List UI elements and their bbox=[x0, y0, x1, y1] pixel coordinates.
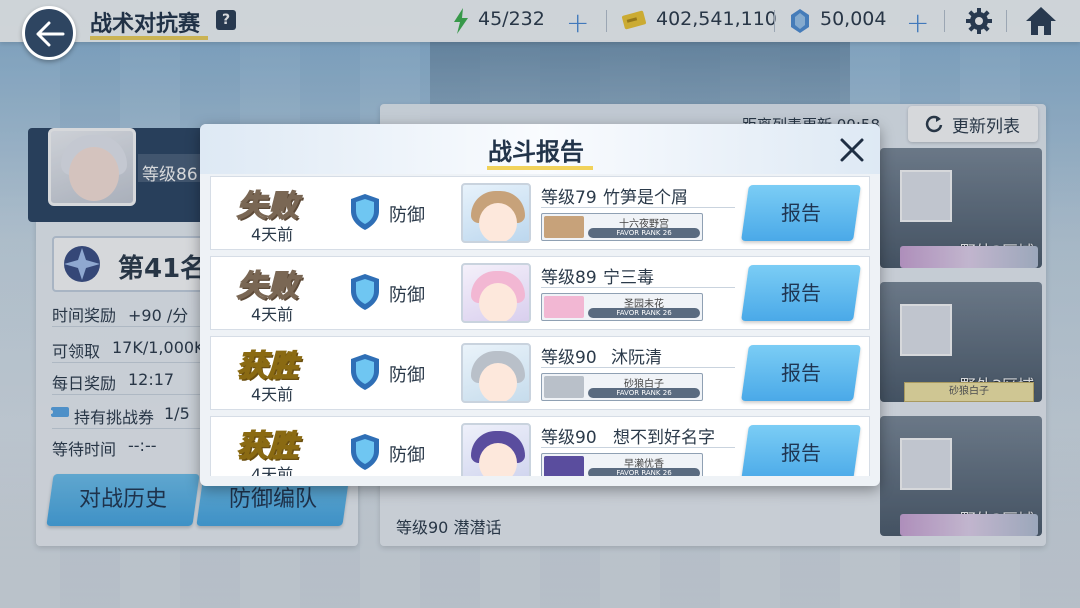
opponent-level: 等级90 bbox=[541, 348, 597, 368]
report-button-label: 报告 bbox=[781, 441, 821, 465]
time-ago: 4天前 bbox=[251, 465, 294, 476]
favor-tag: 早濑优香 FAVOR RANK 26 bbox=[541, 453, 703, 476]
shield-icon bbox=[351, 274, 379, 310]
mode-label: 防御 bbox=[389, 205, 425, 226]
dialog-title-underline bbox=[487, 166, 593, 170]
report-button[interactable]: 报告 bbox=[741, 185, 861, 241]
result-label: 获胜 bbox=[236, 348, 299, 385]
mini-portrait bbox=[544, 296, 584, 318]
favor-tag: 十六夜野宫 FAVOR RANK 26 bbox=[541, 213, 703, 241]
report-list[interactable]: 失败 4天前 防御 等级79 竹笋是个屑 十六夜野宫 FAVOR RANK 26… bbox=[210, 176, 870, 476]
result-label: 失败 bbox=[236, 188, 299, 225]
report-button[interactable]: 报告 bbox=[741, 265, 861, 321]
mini-portrait bbox=[544, 376, 584, 398]
portrait-face bbox=[479, 283, 517, 321]
dialog-title: 战斗报告 bbox=[488, 138, 584, 166]
opponent-level: 等级79 bbox=[541, 188, 597, 208]
report-row: 获胜 4天前 防御 等级90 沐阮清 砂狼白子 FAVOR RANK 26 报告 bbox=[210, 336, 870, 410]
report-row: 失败 4天前 防御 等级79 竹笋是个屑 十六夜野宫 FAVOR RANK 26… bbox=[210, 176, 870, 250]
time-ago: 4天前 bbox=[251, 225, 294, 244]
divider bbox=[541, 367, 735, 368]
favor-rank: FAVOR RANK 26 bbox=[588, 468, 700, 476]
mode-label: 防御 bbox=[389, 365, 425, 386]
back-arrow-icon bbox=[36, 21, 65, 47]
mini-portrait bbox=[544, 456, 584, 476]
shield-icon bbox=[351, 434, 379, 470]
portrait-face bbox=[479, 363, 517, 401]
result-label: 获胜 bbox=[236, 428, 299, 465]
shield-icon bbox=[351, 194, 379, 230]
favor-tag: 砂狼白子 FAVOR RANK 26 bbox=[541, 373, 703, 401]
report-button[interactable]: 报告 bbox=[741, 425, 861, 476]
back-button[interactable] bbox=[22, 6, 76, 60]
favor-rank: FAVOR RANK 26 bbox=[588, 388, 700, 398]
portrait-face bbox=[479, 443, 517, 476]
report-button[interactable]: 报告 bbox=[741, 345, 861, 401]
opponent-name: 竹笋是个屑 bbox=[603, 188, 688, 208]
portrait-face bbox=[479, 203, 517, 241]
opponent-level: 等级89 bbox=[541, 268, 597, 288]
mode-label: 防御 bbox=[389, 285, 425, 306]
opponent-level: 等级90 bbox=[541, 428, 597, 448]
report-button-label: 报告 bbox=[781, 281, 821, 305]
report-row: 失败 4天前 防御 等级89 宁三毒 圣园未花 FAVOR RANK 26 报告 bbox=[210, 256, 870, 330]
opponent-portrait bbox=[461, 183, 531, 243]
result-label: 失败 bbox=[236, 268, 299, 305]
opponent-name: 想不到好名字 bbox=[613, 428, 715, 448]
mode-label: 防御 bbox=[389, 445, 425, 466]
divider bbox=[541, 287, 735, 288]
divider bbox=[541, 207, 735, 208]
favor-rank: FAVOR RANK 26 bbox=[588, 228, 700, 238]
report-button-label: 报告 bbox=[781, 201, 821, 225]
opponent-name: 沐阮清 bbox=[611, 348, 662, 368]
close-icon[interactable] bbox=[836, 134, 868, 166]
report-row: 获胜 4天前 防御 等级90 想不到好名字 早濑优香 FAVOR RANK 26… bbox=[210, 416, 870, 476]
divider bbox=[541, 447, 735, 448]
time-ago: 4天前 bbox=[251, 385, 294, 404]
shield-icon bbox=[351, 354, 379, 390]
opponent-portrait bbox=[461, 263, 531, 323]
opponent-portrait bbox=[461, 423, 531, 476]
opponent-name: 宁三毒 bbox=[603, 268, 654, 288]
opponent-portrait bbox=[461, 343, 531, 403]
favor-tag: 圣园未花 FAVOR RANK 26 bbox=[541, 293, 703, 321]
mini-portrait bbox=[544, 216, 584, 238]
report-button-label: 报告 bbox=[781, 361, 821, 385]
time-ago: 4天前 bbox=[251, 305, 294, 324]
battle-report-dialog: 战斗报告 失败 4天前 防御 等级79 竹笋是个屑 十六夜野宫 FAVOR RA… bbox=[200, 124, 880, 486]
favor-rank: FAVOR RANK 26 bbox=[588, 308, 700, 318]
